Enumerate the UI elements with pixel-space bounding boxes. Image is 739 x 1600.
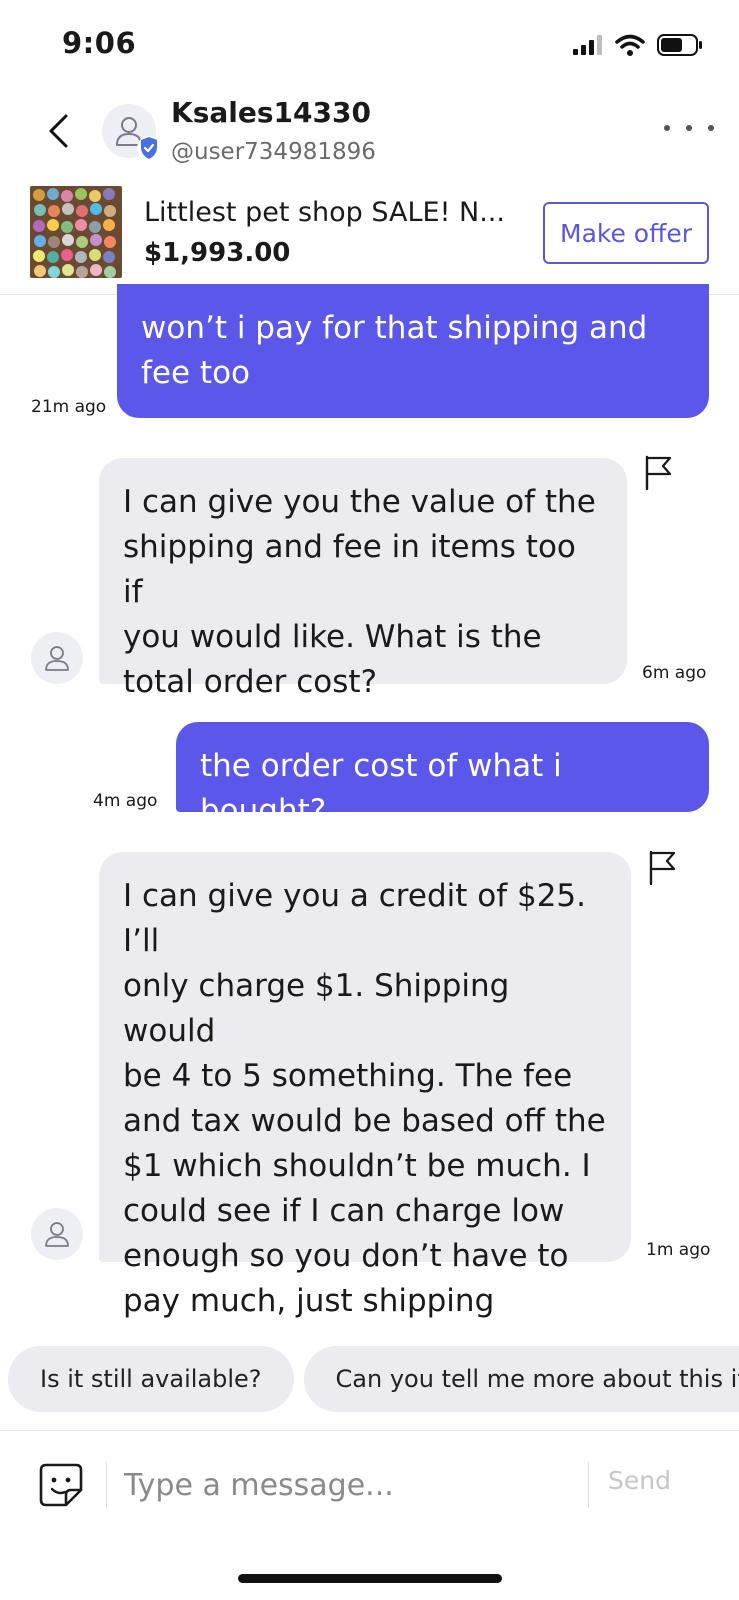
message-timestamp: 6m ago bbox=[642, 663, 707, 683]
status-icons bbox=[573, 34, 703, 56]
home-indicator bbox=[238, 1574, 502, 1583]
message-timestamp: 21m ago bbox=[31, 397, 107, 417]
message-bubble-outgoing[interactable]: the order cost of what i bought? bbox=[176, 722, 709, 829]
composer-separator bbox=[588, 1462, 589, 1508]
more-dot bbox=[686, 125, 692, 131]
report-flag-icon[interactable] bbox=[644, 455, 674, 491]
more-dot bbox=[708, 125, 714, 131]
status-time: 9:06 bbox=[62, 26, 137, 60]
message-timestamp: 4m ago bbox=[93, 791, 158, 811]
chevron-left-icon bbox=[49, 114, 68, 148]
quick-replies: Is it still available? Can you tell me m… bbox=[8, 1346, 739, 1412]
message-text: I can give you a credit of $25. I’ll onl… bbox=[123, 878, 606, 1319]
composer-separator bbox=[106, 1462, 107, 1508]
message-bubble-incoming[interactable]: I can give you a credit of $25. I’ll onl… bbox=[99, 852, 631, 1319]
seller-name[interactable]: Ksales14330 bbox=[171, 96, 371, 129]
more-options-button[interactable] bbox=[664, 114, 714, 142]
battery-icon bbox=[657, 34, 702, 56]
cellular-signal-icon bbox=[573, 35, 602, 55]
seller-avatar-small bbox=[31, 1208, 83, 1260]
message-timestamp: 1m ago bbox=[646, 1240, 711, 1260]
listing-photo bbox=[30, 186, 122, 278]
message-text: won’t i pay for that shipping and fee to… bbox=[141, 310, 648, 391]
quick-reply-chip[interactable]: Can you tell me more about this item? bbox=[303, 1346, 739, 1412]
back-button[interactable] bbox=[40, 108, 76, 154]
verified-badge-icon bbox=[137, 136, 161, 160]
listing-thumbnail[interactable] bbox=[30, 186, 122, 278]
send-button[interactable]: Send bbox=[608, 1466, 671, 1495]
user-icon bbox=[45, 1222, 69, 1247]
listing-title[interactable]: Littlest pet shop SALE! N... bbox=[144, 197, 514, 228]
report-flag-icon[interactable] bbox=[648, 850, 678, 886]
make-offer-button[interactable]: Make offer bbox=[543, 202, 709, 264]
listing-price: $1,993.00 bbox=[144, 238, 291, 268]
more-dot bbox=[664, 125, 670, 131]
message-input[interactable] bbox=[124, 1462, 574, 1508]
chat-screen: 9:06 Ksales14330 @user734981896 Littlest… bbox=[0, 0, 739, 1600]
composer-divider bbox=[0, 1430, 739, 1431]
quick-reply-chip[interactable]: Is it still available? bbox=[8, 1346, 294, 1412]
seller-avatar-small bbox=[31, 632, 83, 684]
wifi-icon bbox=[615, 34, 645, 56]
message-text: the order cost of what i bought? bbox=[200, 748, 562, 829]
message-bubble-outgoing[interactable]: won’t i pay for that shipping and fee to… bbox=[117, 284, 709, 418]
user-icon bbox=[45, 646, 69, 671]
message-text: I can give you the value of the shipping… bbox=[123, 484, 596, 700]
message-bubble-incoming[interactable]: I can give you the value of the shipping… bbox=[99, 458, 627, 700]
seller-handle: @user734981896 bbox=[171, 139, 376, 165]
sticker-icon[interactable] bbox=[38, 1462, 84, 1508]
